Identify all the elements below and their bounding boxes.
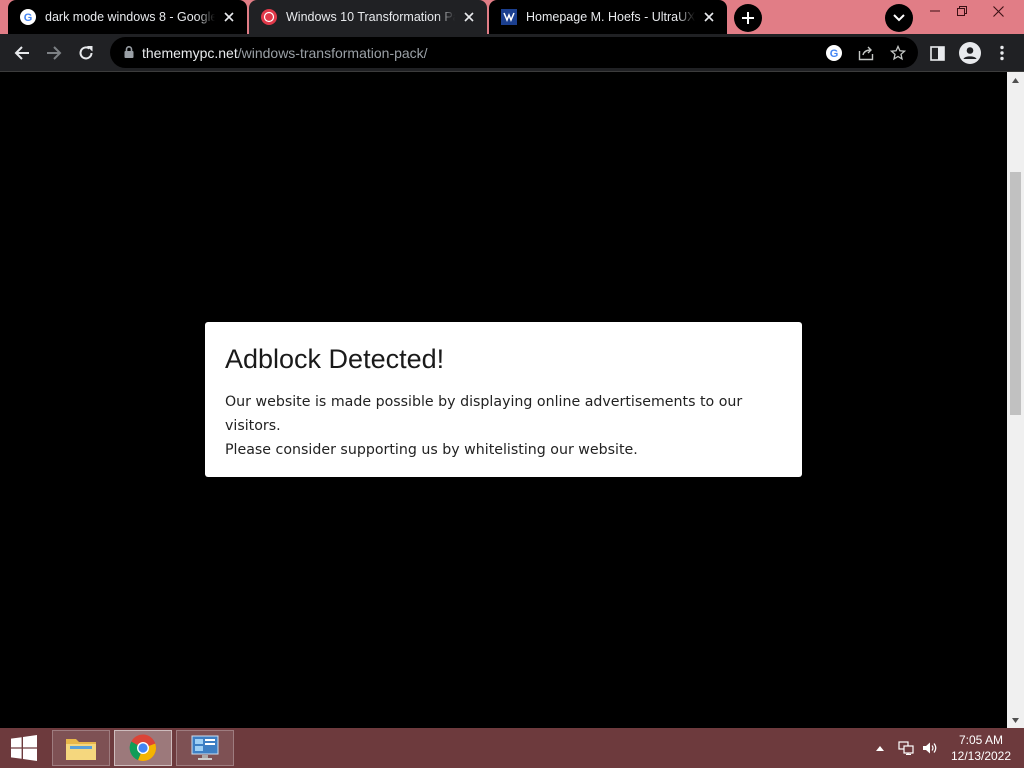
scrollbar-thumb[interactable] (1010, 172, 1021, 415)
scroll-up-button[interactable] (1007, 72, 1024, 88)
svg-text:G: G (830, 48, 839, 60)
tab-title: Homepage M. Hoefs - UltraUXThemePatcher (526, 10, 695, 24)
windows-logo-icon (11, 735, 37, 761)
forward-button[interactable] (39, 38, 69, 68)
scroll-down-button[interactable] (1007, 712, 1024, 728)
google-icon: G (20, 9, 36, 25)
hoefs-icon (501, 9, 517, 25)
page-scrollbar[interactable] (1007, 72, 1024, 728)
thememypc-icon (261, 9, 277, 25)
tab-google-search[interactable]: G dark mode windows 8 - Google Search (8, 0, 247, 34)
control-panel-icon (191, 735, 219, 760)
profile-icon (959, 42, 981, 64)
close-icon (992, 5, 1004, 17)
network-tray-button[interactable] (895, 728, 917, 768)
reload-icon (79, 46, 93, 60)
close-window-button[interactable] (981, 0, 1015, 22)
url-path: /windows-transformation-pack/ (237, 45, 428, 61)
side-panel-icon (929, 45, 945, 61)
close-tab-icon[interactable] (221, 9, 237, 25)
scroll-down-icon (1012, 717, 1019, 723)
clock-time: 7:05 AM (958, 733, 1004, 747)
close-tab-icon[interactable] (701, 9, 717, 25)
bookmark-button[interactable] (886, 41, 910, 65)
share-button[interactable] (854, 41, 878, 65)
tab-homepage-hoefs[interactable]: Homepage M. Hoefs - UltraUXThemePatcher (489, 0, 727, 34)
url-text[interactable]: thememypc.net/windows-transformation-pac… (142, 45, 428, 61)
plus-icon (742, 12, 754, 24)
volume-tray-button[interactable] (919, 728, 941, 768)
tab-windows-transformation-pack[interactable]: Windows 10 Transformation Pack (249, 0, 487, 34)
network-icon (898, 741, 914, 755)
browser-toolbar: thememypc.net/windows-transformation-pac… (0, 34, 1024, 72)
clock-date: 12/13/2022 (950, 749, 1012, 763)
arrow-right-icon (47, 46, 62, 60)
taskbar-clock[interactable]: 7:05 AM 12/13/2022 (940, 732, 1022, 764)
svg-text:G: G (24, 12, 33, 24)
adblock-modal: Adblock Detected! Our website is made po… (205, 322, 802, 477)
lock-icon[interactable] (122, 45, 136, 59)
reload-button[interactable] (71, 38, 101, 68)
side-panel-button[interactable] (922, 38, 952, 68)
menu-button[interactable] (987, 38, 1017, 68)
share-icon (858, 46, 874, 61)
modal-heading: Adblock Detected! (225, 344, 445, 374)
volume-icon (923, 742, 937, 754)
address-bar[interactable]: thememypc.net/windows-transformation-pac… (110, 37, 918, 68)
show-hidden-icons-button[interactable] (872, 728, 888, 768)
modal-message-line-2: Please consider supporting us by whiteli… (225, 442, 638, 458)
google-lens-button[interactable]: G (822, 41, 846, 65)
folder-icon (66, 739, 96, 760)
back-button[interactable] (7, 38, 37, 68)
chrome-icon (129, 734, 157, 762)
arrow-left-icon (14, 46, 29, 60)
star-icon (890, 45, 906, 61)
modal-message-line-1: Our website is made possible by displayi… (225, 394, 743, 434)
more-vert-icon (1000, 45, 1004, 61)
new-tab-button[interactable] (734, 4, 762, 32)
minimize-icon (930, 10, 940, 12)
restore-icon (957, 6, 967, 16)
start-button[interactable] (0, 728, 48, 768)
taskbar-chrome[interactable] (114, 730, 172, 766)
restore-button[interactable] (945, 0, 979, 22)
windows-taskbar: 7:05 AM 12/13/2022 (0, 728, 1024, 768)
scroll-up-icon (1012, 77, 1019, 83)
tab-title: Windows 10 Transformation Pack (286, 10, 455, 24)
chevron-up-icon (876, 745, 884, 751)
tab-title: dark mode windows 8 - Google Search (45, 10, 215, 24)
url-domain: thememypc.net (142, 45, 238, 61)
profile-button[interactable] (955, 38, 985, 68)
taskbar-control-panel[interactable] (176, 730, 234, 766)
browser-titlebar: G dark mode windows 8 - Google Search Wi… (0, 0, 1024, 34)
chevron-down-icon (893, 14, 905, 22)
tab-search-button[interactable] (885, 4, 913, 32)
taskbar-file-explorer[interactable] (52, 730, 110, 766)
close-tab-icon[interactable] (461, 9, 477, 25)
google-icon: G (826, 45, 842, 61)
